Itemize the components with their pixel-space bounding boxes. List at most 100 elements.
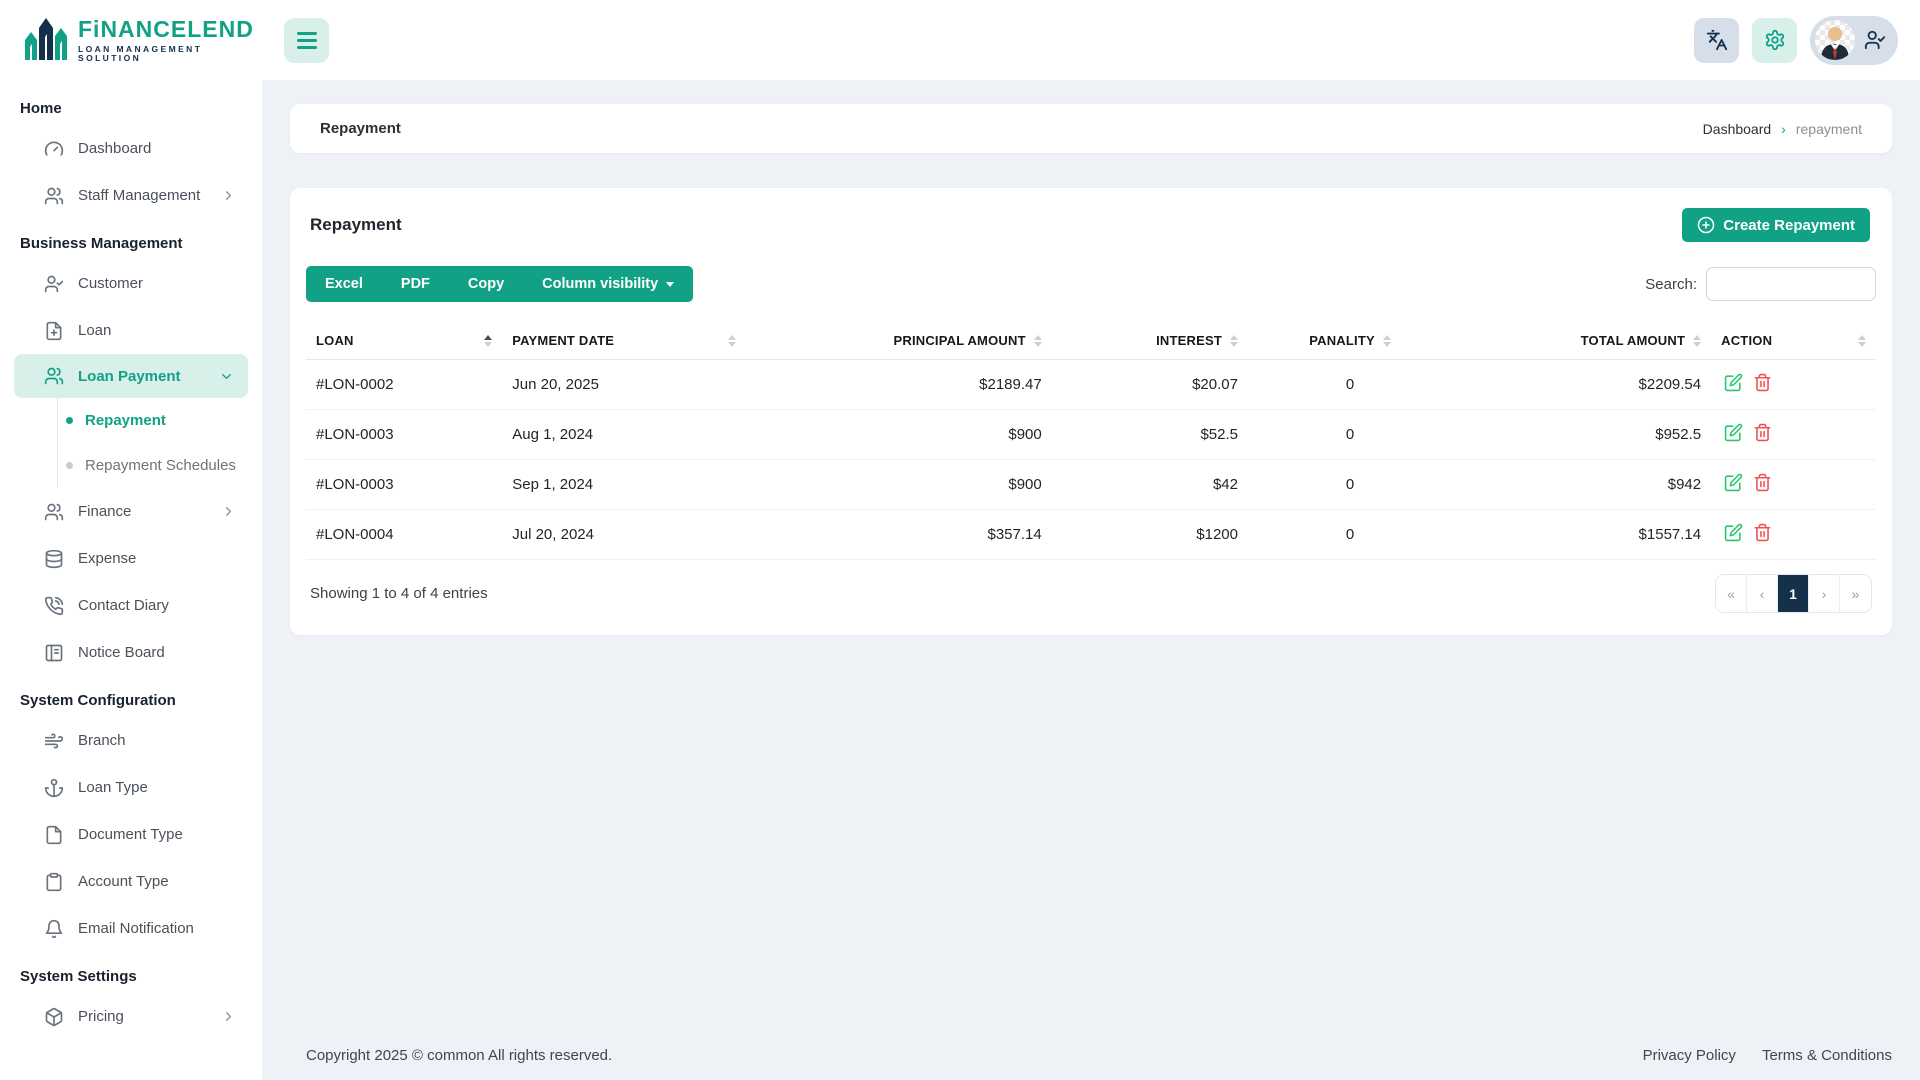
sidebar-toggle-button[interactable] xyxy=(284,18,329,63)
export-excel-button[interactable]: Excel xyxy=(306,266,382,302)
sort-icon xyxy=(484,335,492,347)
sidebar-section-business-management: Business Management xyxy=(0,219,262,260)
user-menu[interactable] xyxy=(1810,16,1898,65)
sidebar-item-document-type[interactable]: Document Type xyxy=(0,811,262,858)
sidebar-item-label: Account Type xyxy=(78,873,169,890)
delete-button[interactable] xyxy=(1750,423,1775,442)
sidebar-subitem-repayment-schedules[interactable]: Repayment Schedules xyxy=(58,443,262,488)
sidebar-subitem-label: Repayment Schedules xyxy=(85,457,236,474)
sidebar-item-dashboard[interactable]: Dashboard xyxy=(0,125,262,172)
pagination-page-1[interactable]: 1 xyxy=(1778,575,1809,612)
sidebar-item-loan-payment[interactable]: Loan Payment xyxy=(14,354,248,398)
settings-button[interactable] xyxy=(1752,18,1797,63)
table-summary: Showing 1 to 4 of 4 entries xyxy=(310,585,488,602)
cell-total: $942 xyxy=(1452,460,1711,510)
page-header-card: Repayment Dashboard › repayment xyxy=(290,104,1892,153)
brand-logo-icon xyxy=(24,14,68,66)
translate-icon xyxy=(1706,29,1728,51)
anchor-icon xyxy=(44,778,64,798)
cell-loan: #LON-0003 xyxy=(306,410,502,460)
sidebar-item-email-notification[interactable]: Email Notification xyxy=(0,905,262,952)
cell-total: $2209.54 xyxy=(1452,360,1711,410)
search-input[interactable] xyxy=(1706,267,1876,301)
search-label: Search: xyxy=(1645,276,1697,293)
cell-total: $1557.14 xyxy=(1452,510,1711,560)
caret-down-icon xyxy=(666,282,674,287)
brand-tagline: LOAN MANAGEMENT SOLUTION xyxy=(78,45,262,62)
user-check-icon xyxy=(1864,29,1886,51)
table-row: #LON-0002 Jun 20, 2025 $2189.47 $20.07 0… xyxy=(306,360,1876,410)
sidebar-subitem-repayment[interactable]: Repayment xyxy=(58,398,262,443)
cell-interest: $20.07 xyxy=(1052,360,1248,410)
delete-button[interactable] xyxy=(1750,373,1775,392)
privacy-policy-link[interactable]: Privacy Policy xyxy=(1643,1047,1736,1064)
sidebar-item-staff-management[interactable]: Staff Management xyxy=(0,172,262,219)
edit-icon xyxy=(1724,423,1743,442)
pagination-prev[interactable]: ‹ xyxy=(1747,575,1778,612)
cell-panality: 0 xyxy=(1248,510,1452,560)
sort-icon xyxy=(728,335,736,347)
topbar: FiNANCELEND LOAN MANAGEMENT SOLUTION xyxy=(0,0,1920,80)
package-icon xyxy=(44,1007,64,1027)
delete-button[interactable] xyxy=(1750,523,1775,542)
trash-icon xyxy=(1753,423,1772,442)
column-header-panality[interactable]: PANALITY xyxy=(1248,322,1452,360)
copyright-text: Copyright 2025 © common All rights reser… xyxy=(306,1047,612,1064)
column-header-payment-date[interactable]: PAYMENT DATE xyxy=(502,322,745,360)
column-header-total-amount[interactable]: TOTAL AMOUNT xyxy=(1452,322,1711,360)
sidebar-item-loan[interactable]: Loan xyxy=(0,307,262,354)
column-header-principal-amount[interactable]: PRINCIPAL AMOUNT xyxy=(746,322,1052,360)
cell-interest: $52.5 xyxy=(1052,410,1248,460)
sidebar-item-customer[interactable]: Customer xyxy=(0,260,262,307)
column-header-action[interactable]: ACTION xyxy=(1711,322,1876,360)
sidebar-item-label: Loan Payment xyxy=(78,368,181,385)
export-pdf-button[interactable]: PDF xyxy=(382,266,449,302)
column-header-interest[interactable]: INTEREST xyxy=(1052,322,1248,360)
language-button[interactable] xyxy=(1694,18,1739,63)
database-icon xyxy=(44,549,64,569)
sidebar-item-loan-type[interactable]: Loan Type xyxy=(0,764,262,811)
brand-logo[interactable]: FiNANCELEND LOAN MANAGEMENT SOLUTION xyxy=(0,14,262,66)
edit-button[interactable] xyxy=(1721,373,1746,392)
edit-button[interactable] xyxy=(1721,423,1746,442)
column-header-loan[interactable]: LOAN xyxy=(306,322,502,360)
delete-button[interactable] xyxy=(1750,473,1775,492)
cell-principal: $357.14 xyxy=(746,510,1052,560)
sidebar-item-label: Contact Diary xyxy=(78,597,169,614)
cell-loan: #LON-0003 xyxy=(306,460,502,510)
chevron-right-icon xyxy=(221,504,236,519)
sidebar-item-branch[interactable]: Branch xyxy=(0,717,262,764)
pagination-last[interactable]: » xyxy=(1840,575,1871,612)
sidebar-item-label: Pricing xyxy=(78,1008,124,1025)
column-visibility-button[interactable]: Column visibility xyxy=(523,266,693,302)
create-repayment-button[interactable]: Create Repayment xyxy=(1682,208,1870,242)
pagination-next[interactable]: › xyxy=(1809,575,1840,612)
sidebar-item-finance[interactable]: Finance xyxy=(0,488,262,535)
export-button-group: Excel PDF Copy Column visibility xyxy=(306,266,693,302)
column-visibility-label: Column visibility xyxy=(542,276,658,292)
cell-panality: 0 xyxy=(1248,460,1452,510)
clipboard-icon xyxy=(44,872,64,892)
sidebar-item-contact-diary[interactable]: Contact Diary xyxy=(0,582,262,629)
edit-icon xyxy=(1724,523,1743,542)
sidebar-item-expense[interactable]: Expense xyxy=(0,535,262,582)
pagination-first[interactable]: « xyxy=(1716,575,1747,612)
breadcrumb: Dashboard › repayment xyxy=(1703,121,1862,137)
edit-button[interactable] xyxy=(1721,473,1746,492)
chevron-down-icon xyxy=(219,369,234,384)
sidebar-section-system-settings: System Settings xyxy=(0,952,262,993)
breadcrumb-dashboard[interactable]: Dashboard xyxy=(1703,121,1772,137)
sort-icon xyxy=(1858,335,1866,347)
export-copy-button[interactable]: Copy xyxy=(449,266,523,302)
edit-button[interactable] xyxy=(1721,523,1746,542)
main-content: Repayment Dashboard › repayment Repaymen… xyxy=(262,0,1920,1080)
terms-conditions-link[interactable]: Terms & Conditions xyxy=(1762,1047,1892,1064)
gear-icon xyxy=(1764,29,1786,51)
sidebar-item-notice-board[interactable]: Notice Board xyxy=(0,629,262,676)
sidebar-item-pricing[interactable]: Pricing xyxy=(0,993,262,1040)
sidebar-item-account-type[interactable]: Account Type xyxy=(0,858,262,905)
sidebar-item-label: Customer xyxy=(78,275,143,292)
cell-payment-date: Aug 1, 2024 xyxy=(502,410,745,460)
sidebar-item-label: Staff Management xyxy=(78,187,200,204)
repayment-panel: Repayment Create Repayment Excel PDF Cop… xyxy=(290,188,1892,635)
